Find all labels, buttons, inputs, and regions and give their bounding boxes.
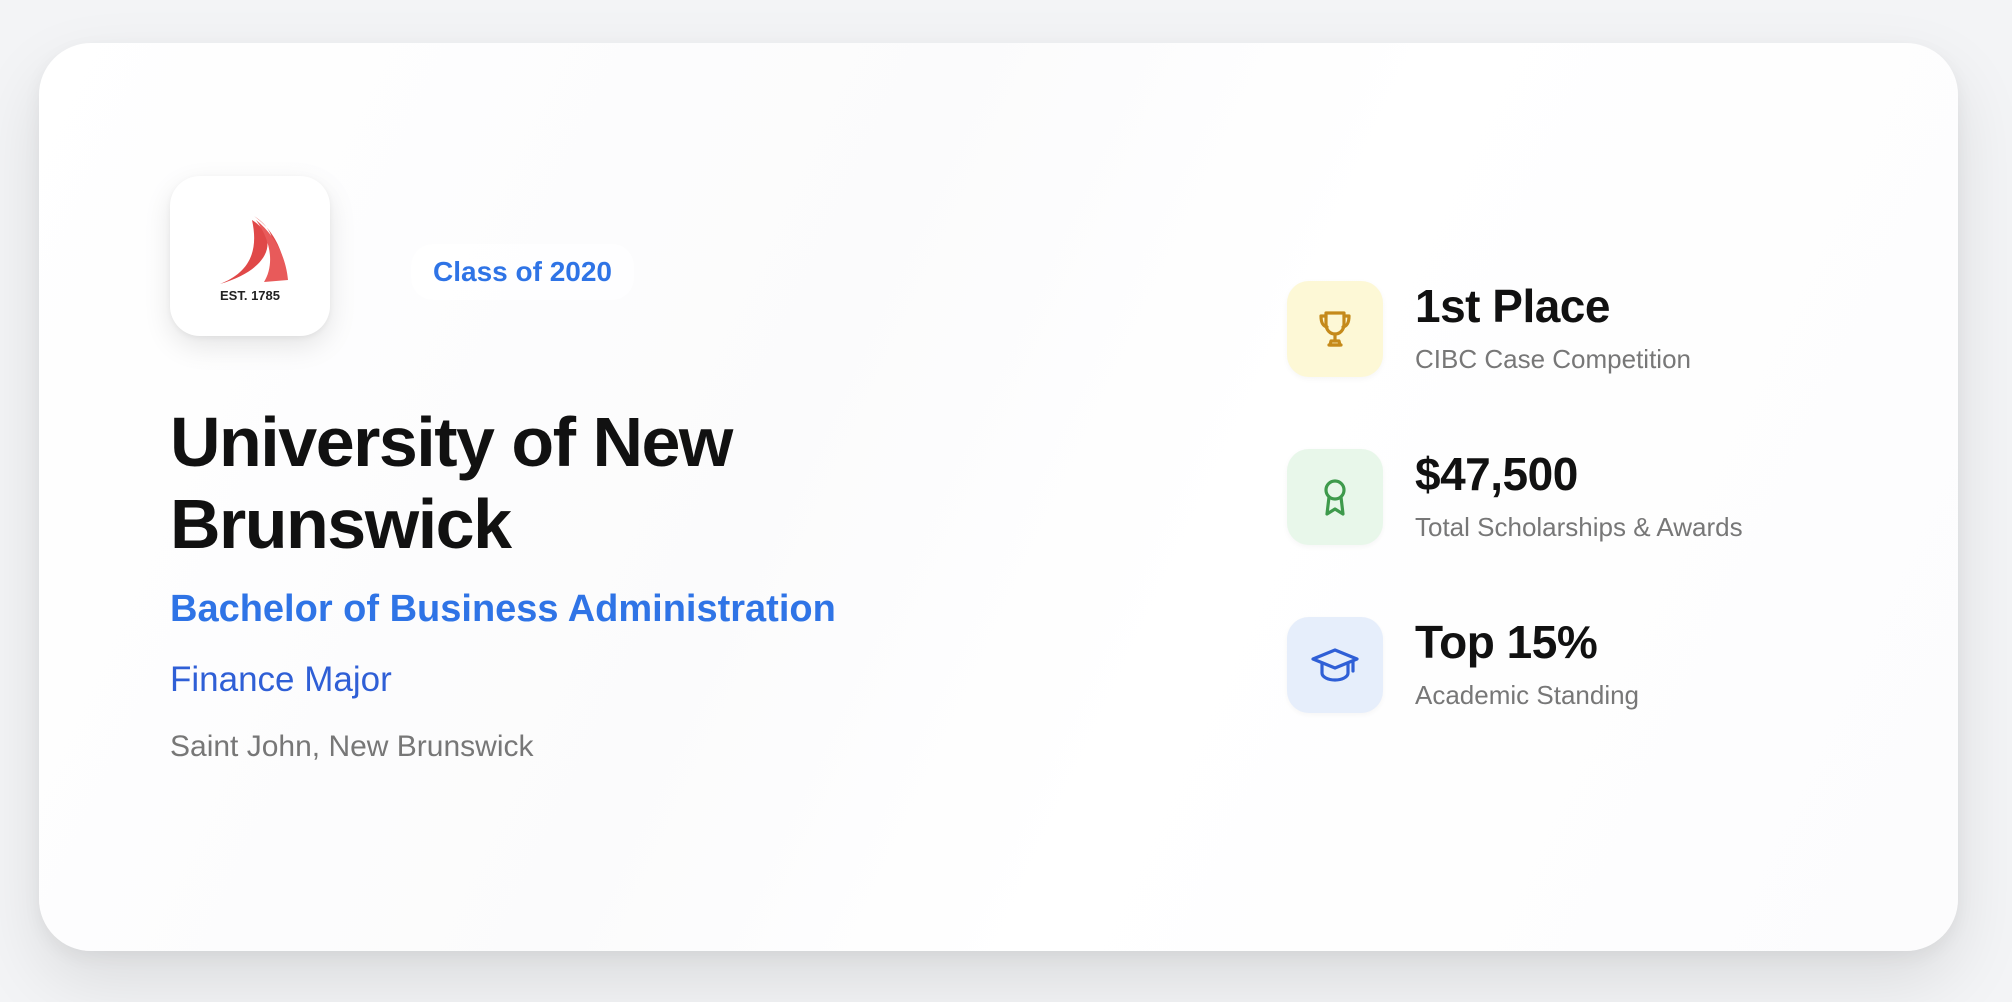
logo-est-text: EST. 1785 (220, 288, 280, 303)
sail-logo-icon: EST. 1785 (220, 216, 288, 303)
university-logo: EST. 1785 (170, 176, 330, 336)
stat-label: CIBC Case Competition (1415, 344, 1691, 374)
university-name: University of New Brunswick (170, 403, 733, 563)
major-title: Finance Major (170, 660, 392, 699)
stat-value: 1st Place (1415, 280, 1610, 332)
stat-icon-box (1287, 281, 1383, 377)
class-year-badge: Class of 2020 (411, 244, 634, 300)
location-text: Saint John, New Brunswick (170, 730, 534, 763)
education-card: EST. 1785 Class of 2020 University of Ne… (39, 43, 1958, 951)
award-ribbon-icon (1324, 479, 1346, 516)
stat-value: $47,500 (1415, 448, 1578, 500)
graduation-cap-icon (1311, 648, 1359, 682)
degree-title: Bachelor of Business Administration (170, 588, 836, 630)
stat-icon-box (1287, 449, 1383, 545)
stat-label: Academic Standing (1415, 680, 1640, 710)
stat-value: Top 15% (1415, 616, 1598, 668)
stat-label: Total Scholarships & Awards (1415, 512, 1743, 542)
trophy-icon (1319, 311, 1351, 347)
stat-icon-box (1287, 617, 1383, 713)
